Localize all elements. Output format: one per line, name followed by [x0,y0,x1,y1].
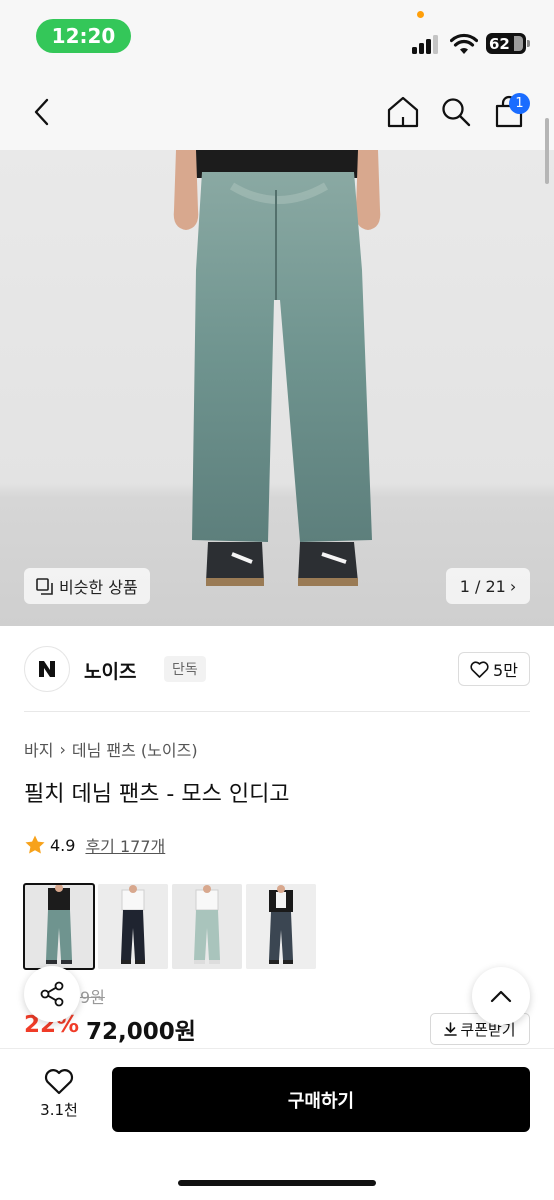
home-icon [387,96,419,128]
back-button[interactable] [24,94,60,130]
thumbnail-2-image [98,884,168,969]
star-icon [25,835,45,854]
thumbnail-4[interactable] [246,884,316,969]
similar-products-label: 비슷한 상품 [59,578,138,597]
thumbnail-1[interactable] [23,883,95,970]
brand-logo[interactable] [24,646,70,692]
search-button[interactable] [438,94,474,130]
jeans-photo [173,150,381,586]
chevron-right-icon: › [509,576,517,596]
color-thumbnails [23,883,316,970]
heart-icon [44,1069,74,1095]
wifi-icon [450,33,478,54]
breadcrumb-subcategory[interactable]: 데님 팬츠 (노이즈) [72,737,198,761]
thumbnail-2[interactable] [98,884,168,969]
image-counter-label: 1 / 21 [459,576,506,596]
brand-like-button[interactable]: 5만 [458,652,530,686]
scroll-to-top-button[interactable] [472,967,530,1025]
similar-products-button[interactable]: 비슷한 상품 [24,568,150,604]
sale-price: 72,000원 [86,1019,196,1045]
thumbnail-1-image [24,884,94,969]
product-image[interactable]: 비슷한 상품 1 / 21 › [0,150,554,626]
scroll-indicator[interactable] [545,118,549,184]
share-button[interactable] [24,966,80,1022]
product-title: 필치 데님 팬츠 - 모스 인디고 [24,782,290,807]
buy-button[interactable]: 구매하기 [112,1067,530,1132]
search-icon [442,98,471,127]
original-price: 9원 [80,988,105,1007]
wishlist-button[interactable]: 3.1천 [26,1068,92,1130]
home-indicator[interactable] [178,1180,376,1186]
heart-icon [470,660,489,678]
thumbnail-3-image [172,884,242,969]
status-bar: 12:20 62 [0,0,554,78]
battery-level: 62 [489,34,510,53]
chevron-left-icon [34,98,49,126]
rating-score: 4.9 [50,835,76,855]
cart-count-badge: 1 [509,93,530,114]
wishlist-count: 3.1천 [40,1101,78,1119]
image-counter[interactable]: 1 / 21 › [446,568,530,604]
breadcrumb-category[interactable]: 바지 [24,737,53,761]
copy-icon [36,577,53,595]
share-icon [40,981,64,1007]
privacy-indicator-dot [417,11,424,18]
divider [24,711,530,712]
breadcrumb: 바지 › 데님 팬츠 (노이즈) [24,737,198,761]
brand-like-count: 5만 [493,661,518,680]
app-header [0,78,554,150]
rating: 4.9 후기 177개 [24,833,165,857]
battery-icon: 62 [486,33,530,54]
thumbnail-3[interactable] [172,884,242,969]
download-icon [444,1022,458,1036]
review-count-link[interactable]: 후기 177개 [85,833,165,857]
thumbnail-4-image [246,884,316,969]
chevron-up-icon [490,990,512,1003]
cellular-signal-icon [412,34,440,54]
breadcrumb-separator-icon: › [59,739,66,759]
brand-logo-icon [39,661,55,677]
exclusive-badge: 단독 [164,656,206,682]
clock: 12:20 [36,19,131,53]
home-button[interactable] [385,94,421,130]
brand-name[interactable]: 노이즈 [84,657,136,684]
brand-row: 노이즈 단독 5만 [24,646,530,692]
